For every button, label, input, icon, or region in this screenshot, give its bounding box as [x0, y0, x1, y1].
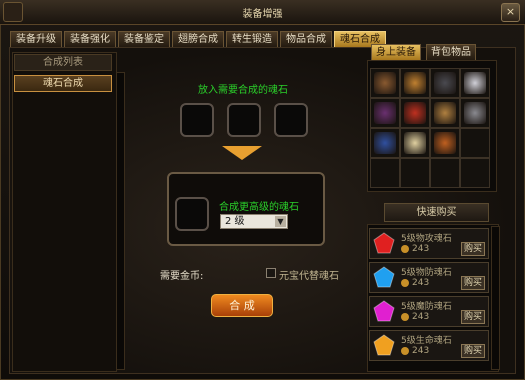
shop-item-price: 243 — [412, 244, 430, 254]
inventory-slot[interactable] — [430, 98, 460, 128]
level-select-value: 2 级 — [225, 216, 245, 227]
bracelet-icon — [374, 102, 396, 124]
armor-icon — [404, 72, 426, 94]
coin-icon — [401, 313, 409, 321]
shop-item-name: 5级物攻魂石 — [401, 234, 452, 244]
title-bar: 装备增强 × — [0, 0, 525, 25]
tab-equip-enhance[interactable]: 装备强化 — [64, 31, 116, 47]
boots-icon — [434, 102, 456, 124]
combine-list-panel — [12, 52, 117, 372]
necklace-icon — [464, 72, 486, 94]
buy-button[interactable]: 购买 — [461, 344, 485, 358]
level-select[interactable]: 2 级 ▼ — [220, 214, 288, 229]
blue-gem-icon — [373, 266, 395, 288]
shop-item-price: 243 — [412, 278, 430, 288]
shop-item: 5级物防魂石 243 购买 — [369, 262, 489, 293]
inventory-slot[interactable] — [400, 158, 430, 188]
inventory-slot[interactable] — [430, 68, 460, 98]
inventory-slot[interactable] — [370, 68, 400, 98]
amulet-icon — [464, 102, 486, 124]
shop-item-price: 243 — [412, 346, 430, 356]
tab-equipped[interactable]: 身上装备 — [371, 44, 421, 61]
tab-item-combine[interactable]: 物品合成 — [280, 31, 332, 47]
inventory-slot[interactable] — [460, 68, 490, 98]
tab-equip-identify[interactable]: 装备鉴定 — [118, 31, 170, 47]
tab-wing-combine[interactable]: 翅膀合成 — [172, 31, 224, 47]
buy-button[interactable]: 购买 — [461, 242, 485, 256]
combine-button[interactable]: 合 成 — [211, 294, 273, 317]
list-scrollbar[interactable] — [116, 72, 125, 370]
inventory-slot[interactable] — [370, 158, 400, 188]
inventory-slot[interactable] — [430, 158, 460, 188]
tab-backpack[interactable]: 背包物品 — [426, 44, 476, 61]
helmet-icon — [374, 72, 396, 94]
shop-item-name: 5级生命魂石 — [401, 336, 452, 346]
inventory-slot[interactable] — [400, 68, 430, 98]
inventory-slot[interactable] — [460, 98, 490, 128]
output-slot[interactable] — [175, 197, 209, 231]
inventory-slot[interactable] — [400, 98, 430, 128]
shop-item: 5级生命魂石 243 购买 — [369, 330, 489, 361]
weapon-icon — [434, 132, 456, 154]
shop-scrollbar[interactable] — [491, 226, 500, 370]
coin-icon — [401, 279, 409, 287]
red-gem-icon — [373, 232, 395, 254]
purple-gem-icon — [373, 300, 395, 322]
inventory-slot[interactable] — [460, 128, 490, 158]
ring-icon — [434, 72, 456, 94]
ingot-substitute-checkbox[interactable] — [266, 268, 276, 278]
inventory-slot[interactable] — [400, 128, 430, 158]
inventory-slot[interactable] — [370, 98, 400, 128]
belt-icon — [404, 102, 426, 124]
shop-item: 5级魔防魂石 243 购买 — [369, 296, 489, 327]
coin-icon — [401, 347, 409, 355]
input-slot-3[interactable] — [274, 103, 308, 137]
buy-button[interactable]: 购买 — [461, 310, 485, 324]
orange-gem-icon — [373, 334, 395, 356]
list-item-soulstone-combine[interactable]: 魂石合成 — [14, 75, 112, 92]
inventory-slot[interactable] — [370, 128, 400, 158]
shop-item-name: 5级物防魂石 — [401, 268, 452, 278]
quick-buy-header: 快速购买 — [384, 203, 489, 222]
shop-item: 5级物攻魂石 243 购买 — [369, 228, 489, 259]
inventory-slot[interactable] — [430, 128, 460, 158]
input-hint: 放入需要合成的魂石 — [198, 85, 288, 96]
combine-list-header: 合成列表 — [14, 54, 112, 71]
shop-item-price: 243 — [412, 312, 430, 322]
arrow-down-icon — [222, 146, 262, 160]
ingot-substitute-label: 元宝代替魂石 — [279, 271, 339, 282]
input-slot-2[interactable] — [227, 103, 261, 137]
result-label: 合成更高级的魂石 — [219, 202, 299, 213]
inventory-slot[interactable] — [460, 158, 490, 188]
tab-equip-upgrade[interactable]: 装备升级 — [10, 31, 62, 47]
coin-icon — [401, 245, 409, 253]
orb-icon — [374, 132, 396, 154]
buy-button[interactable]: 购买 — [461, 276, 485, 290]
chevron-down-icon[interactable]: ▼ — [275, 216, 286, 227]
tab-bar: 装备升级 装备强化 装备鉴定 翅膀合成 转生锻造 物品合成 魂石合成 — [10, 31, 388, 47]
window-title: 装备增强 — [242, 9, 283, 20]
gold-required-label: 需要金币: — [160, 271, 204, 282]
input-slot-1[interactable] — [180, 103, 214, 137]
close-button[interactable]: × — [501, 3, 520, 22]
shop-item-name: 5级魔防魂石 — [401, 302, 452, 312]
book-icon — [404, 132, 426, 154]
tab-rebirth-forge[interactable]: 转生锻造 — [226, 31, 278, 47]
